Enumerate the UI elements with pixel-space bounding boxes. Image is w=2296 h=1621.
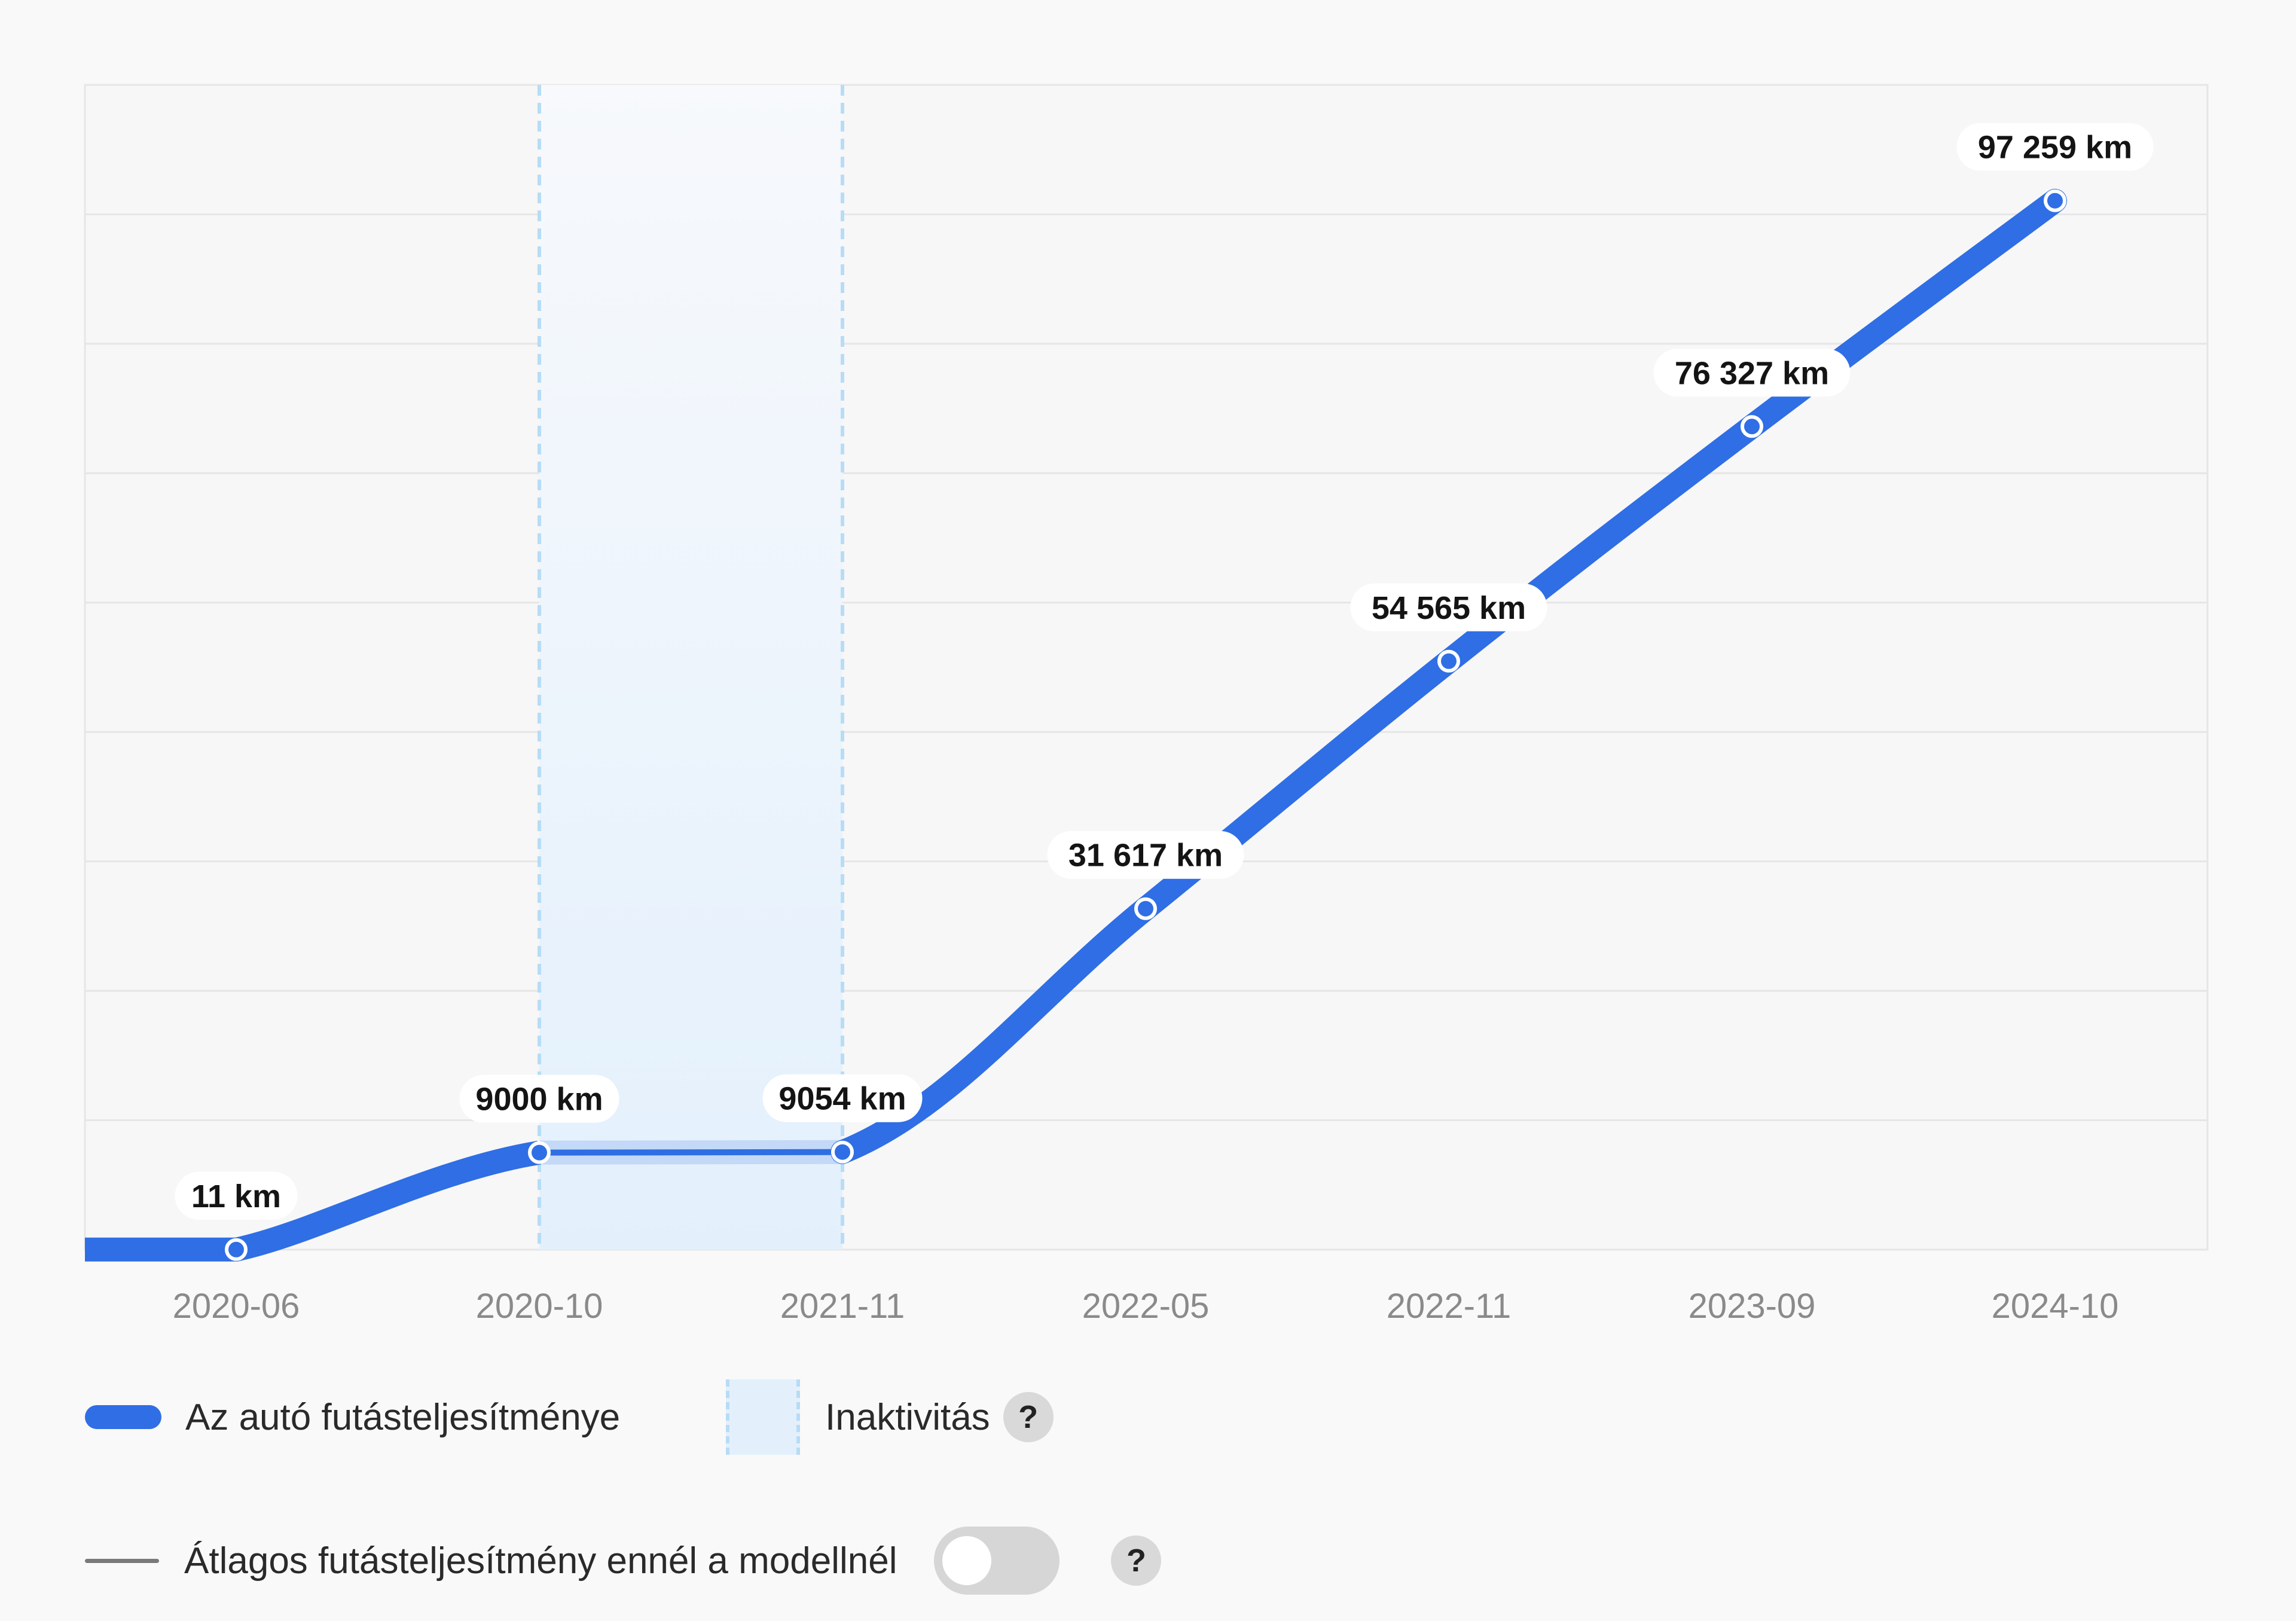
x-tick-label: 2022-05 (1082, 1287, 1210, 1326)
x-axis-ticks: 2020-06 2020-10 2021-11 2022-05 2022-11 2023-… (173, 1287, 2119, 1326)
data-label-text: 97 259 km (1978, 130, 2132, 166)
data-label-text: 76 327 km (1675, 355, 1829, 391)
data-label-text: 9000 km (475, 1082, 603, 1118)
data-label-text: 31 617 km (1068, 838, 1223, 874)
data-label: 76 327 km (1653, 349, 1851, 397)
x-tick-label: 2022-11 (1387, 1287, 1512, 1326)
average-swatch (85, 1558, 159, 1563)
inactivity-help-icon[interactable]: ? (1003, 1392, 1054, 1442)
average-toggle[interactable] (934, 1527, 1060, 1595)
series-line-inactive-halo (539, 1140, 843, 1165)
data-point[interactable] (2044, 189, 2066, 212)
data-label: 54 565 km (1350, 583, 1547, 631)
data-point[interactable] (528, 1141, 551, 1164)
x-tick-label: 2021-11 (780, 1287, 905, 1326)
toggle-knob (942, 1536, 992, 1585)
legend-inactivity: Inaktivitás ? (726, 1369, 1054, 1465)
data-label: 9000 km (459, 1074, 619, 1123)
data-label-text: 11 km (191, 1179, 281, 1214)
inactivity-swatch (726, 1379, 800, 1455)
data-label: 31 617 km (1047, 831, 1244, 879)
legend-row-2: Átlagos futásteljesítmény ennél a modell… (0, 1513, 2296, 1608)
average-help-icon[interactable]: ? (1111, 1535, 1162, 1586)
data-label-text: 54 565 km (1372, 590, 1526, 626)
data-point[interactable] (1437, 649, 1460, 673)
data-point[interactable] (831, 1140, 854, 1164)
x-tick-label: 2020-06 (173, 1287, 300, 1326)
data-point[interactable] (1134, 897, 1157, 920)
series-swatch (85, 1405, 161, 1429)
legend-inactivity-label: Inaktivitás (825, 1396, 990, 1438)
data-label-text: 9054 km (778, 1081, 906, 1117)
legend-row-1: Az autó futásteljesítménye Inaktivitás ? (0, 1369, 2296, 1465)
legend-series-label: Az autó futásteljesítménye (185, 1396, 621, 1438)
data-label: 9054 km (762, 1074, 923, 1122)
mileage-chart: 11 km 9000 km 9054 km 31 617 km 54 565 km 76 … (84, 84, 2209, 1326)
data-point[interactable] (1741, 415, 1763, 438)
legend-average-label: Átlagos futásteljesítmény ennél a modell… (184, 1540, 897, 1582)
x-tick-label: 2024-10 (1992, 1287, 2119, 1326)
data-point[interactable] (225, 1238, 248, 1261)
data-label: 11 km (175, 1171, 298, 1220)
x-tick-label: 2020-10 (476, 1287, 603, 1326)
plot-area (84, 84, 2209, 1251)
data-label: 97 259 km (1956, 123, 2154, 171)
x-tick-label: 2023-09 (1689, 1287, 1816, 1326)
legend-average: Átlagos futásteljesítmény ennél a modell… (85, 1513, 1162, 1608)
legend-series: Az autó futásteljesítménye (85, 1369, 620, 1465)
